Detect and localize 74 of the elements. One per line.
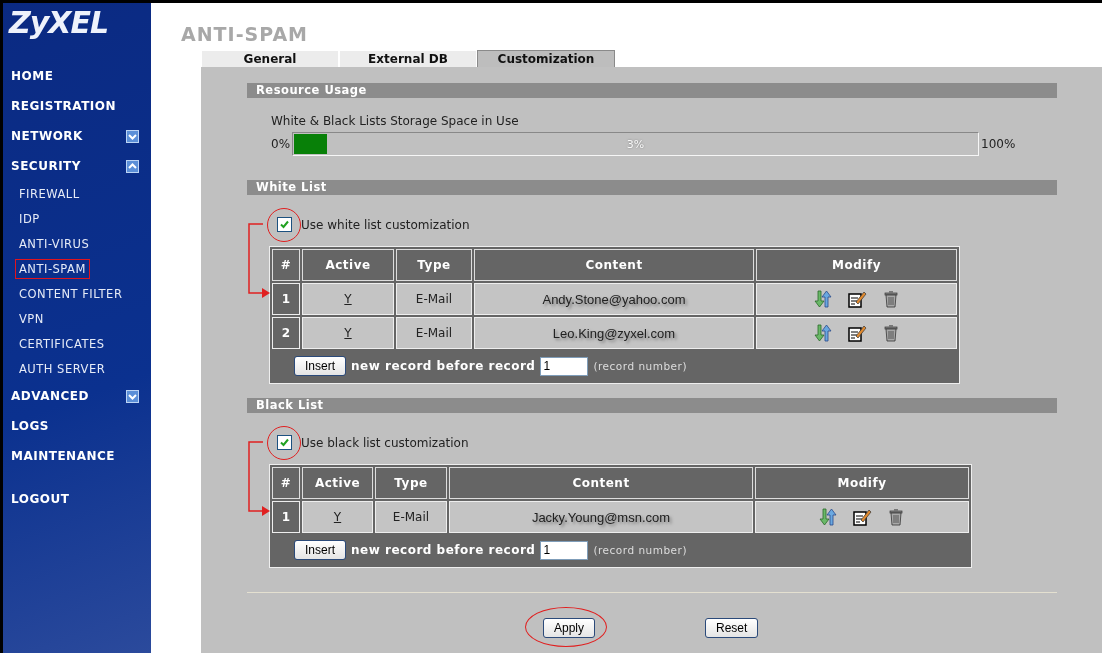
column-header: Modify bbox=[756, 249, 957, 281]
page-title: ANTI-SPAM bbox=[181, 22, 308, 45]
row-index: 2 bbox=[272, 317, 300, 349]
section-header: Black List bbox=[247, 398, 1057, 413]
active-link[interactable]: Y bbox=[344, 326, 352, 340]
nav-subitem[interactable]: AUTH SERVER bbox=[15, 358, 110, 379]
column-header: Type bbox=[375, 467, 447, 499]
column-header: Type bbox=[396, 249, 472, 281]
edit-icon[interactable] bbox=[846, 289, 867, 309]
insert-button[interactable]: Insert bbox=[294, 540, 346, 560]
nav-subitem[interactable]: CERTIFICATES bbox=[15, 333, 109, 354]
insert-label: new record before record bbox=[351, 543, 536, 557]
insert-button[interactable]: Insert bbox=[294, 356, 346, 376]
move-icon[interactable] bbox=[812, 289, 833, 309]
checkbox-label: Use black list customization bbox=[301, 435, 469, 450]
row-index: 1 bbox=[272, 283, 300, 315]
nav-subitem[interactable]: VPN bbox=[15, 308, 48, 329]
checkbox[interactable] bbox=[277, 435, 292, 450]
tab[interactable]: External DB bbox=[339, 50, 477, 67]
nav-subitem[interactable]: CONTENT FILTER bbox=[15, 283, 127, 304]
nav-item[interactable]: NETWORK bbox=[11, 129, 83, 143]
nav-subitem[interactable]: FIREWALL bbox=[15, 183, 84, 204]
active-link[interactable]: Y bbox=[344, 292, 352, 306]
expand-icon[interactable] bbox=[126, 389, 139, 403]
nav-subitem[interactable]: ANTI-VIRUS bbox=[15, 233, 94, 254]
nav-subitem[interactable]: IDP bbox=[15, 208, 44, 229]
expand-icon[interactable] bbox=[126, 129, 139, 143]
nav-subitem[interactable]: ANTI-SPAM bbox=[15, 258, 90, 279]
column-header: # bbox=[272, 249, 300, 281]
record-number-field[interactable]: 1 bbox=[540, 540, 589, 560]
record-number-hint: (record number) bbox=[593, 360, 687, 372]
max-label: 100% bbox=[981, 137, 1016, 151]
min-label: 0% bbox=[271, 137, 291, 151]
insert-label: new record before record bbox=[351, 359, 536, 373]
column-header: Modify bbox=[755, 467, 969, 499]
progress-reading: 3% bbox=[626, 137, 645, 151]
edit-icon[interactable] bbox=[852, 507, 872, 527]
tab[interactable]: Customization bbox=[477, 50, 615, 67]
nav-item[interactable]: LOGOUT bbox=[11, 492, 70, 506]
record-number-hint: (record number) bbox=[593, 544, 687, 556]
nav-item[interactable]: MAINTENANCE bbox=[11, 449, 115, 463]
storage-caption: White & Black Lists Storage Space in Use bbox=[271, 114, 520, 128]
content-text: Andy.Stone@yahoo.com bbox=[542, 291, 686, 307]
nav-item[interactable]: ADVANCED bbox=[11, 389, 89, 403]
section-header: White List bbox=[247, 180, 1057, 195]
table-cell: E-Mail bbox=[396, 283, 472, 315]
column-header: Active bbox=[302, 249, 394, 281]
form-button[interactable]: Reset bbox=[705, 618, 759, 638]
trash-icon[interactable] bbox=[886, 507, 906, 527]
column-header: # bbox=[272, 467, 300, 499]
record-number-field[interactable]: 1 bbox=[540, 356, 589, 376]
tab[interactable]: General bbox=[201, 50, 339, 67]
collapse-icon[interactable] bbox=[126, 159, 139, 173]
row-index: 1 bbox=[272, 501, 300, 533]
nav-item[interactable]: LOGS bbox=[11, 419, 49, 433]
form-button[interactable]: Apply bbox=[543, 618, 596, 638]
table-cell: E-Mail bbox=[396, 317, 472, 349]
checkbox-label: Use white list customization bbox=[301, 217, 470, 232]
move-icon[interactable] bbox=[818, 507, 838, 527]
edit-icon[interactable] bbox=[846, 323, 867, 343]
section-header: Resource Usage bbox=[247, 83, 1057, 98]
column-header: Content bbox=[449, 467, 753, 499]
column-header: Active bbox=[302, 467, 373, 499]
column-header: Content bbox=[474, 249, 754, 281]
active-link[interactable]: Y bbox=[333, 510, 342, 524]
nav-item[interactable]: SECURITY bbox=[11, 159, 81, 173]
content-text: Jacky.Young@msn.com bbox=[531, 509, 671, 525]
logo: ZyXEL bbox=[7, 4, 110, 42]
nav-item[interactable]: REGISTRATION bbox=[11, 99, 117, 113]
checkbox[interactable] bbox=[277, 217, 292, 232]
move-icon[interactable] bbox=[812, 323, 833, 343]
content-text: Leo.King@zyxel.com bbox=[552, 325, 676, 341]
table-cell: E-Mail bbox=[375, 501, 447, 533]
nav-item[interactable]: HOME bbox=[11, 69, 54, 83]
